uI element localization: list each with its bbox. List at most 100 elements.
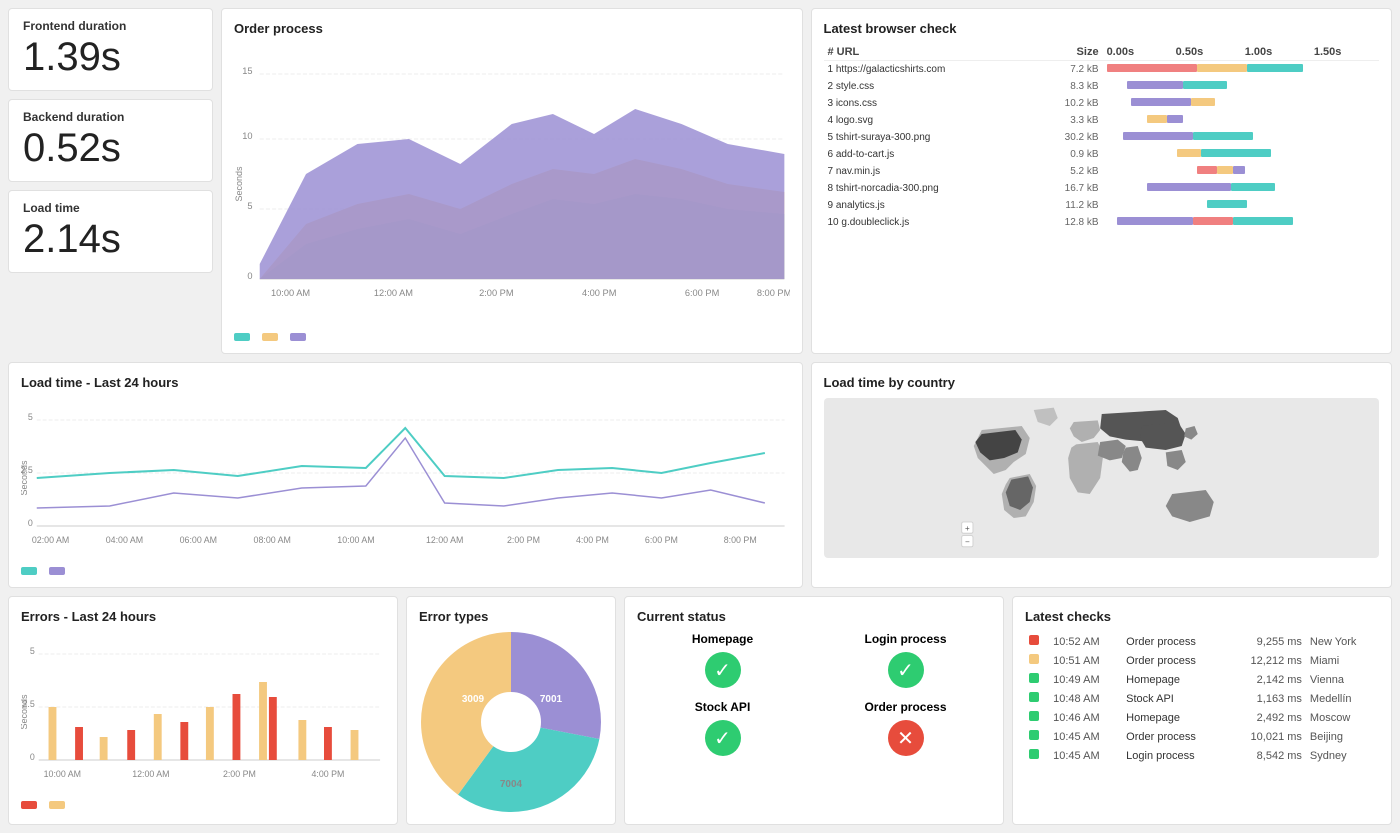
- status-grid: Homepage ✓ Login process ✓ Stock API ✓ O…: [637, 632, 991, 756]
- svg-text:3009: 3009: [462, 694, 485, 705]
- error-types-title: Error types: [419, 609, 603, 624]
- svg-text:2:00 PM: 2:00 PM: [479, 288, 513, 298]
- check-color-dot: [1025, 727, 1049, 746]
- status-stock-api: Stock API ✓: [637, 700, 808, 756]
- browser-check-title: Latest browser check: [824, 21, 1380, 36]
- check-color-dot: [1025, 746, 1049, 765]
- check-name: Order process: [1122, 727, 1226, 746]
- check-ms: 1,163 ms: [1226, 689, 1306, 708]
- errors-24h-panel: Errors - Last 24 hours 5 2.5 0 Seconds: [8, 596, 398, 825]
- cell-num-url: 7 nav.min.js: [824, 163, 1037, 180]
- check-ms: 2,142 ms: [1226, 670, 1306, 689]
- svg-text:8:00 PM: 8:00 PM: [724, 535, 757, 545]
- browser-check-table: # URL Size 0.00s 0.50s 1.00s 1.50s 1 htt…: [824, 44, 1380, 231]
- load-time-legend: [21, 567, 790, 575]
- check-ms: 12,212 ms: [1226, 651, 1306, 670]
- status-login-label: Login process: [864, 632, 946, 646]
- backend-duration-panel: Backend duration 0.52s: [8, 99, 213, 182]
- status-stock-icon: ✓: [705, 720, 741, 756]
- errors-legend: [21, 801, 385, 809]
- check-color-dot: [1025, 708, 1049, 727]
- svg-text:−: −: [965, 537, 970, 546]
- load-time-24h-title: Load time - Last 24 hours: [21, 375, 790, 390]
- cell-bars: [1103, 163, 1379, 180]
- check-location: Sydney: [1306, 746, 1379, 765]
- cell-num-url: 1 https://galacticshirts.com: [824, 61, 1037, 79]
- svg-text:6:00 PM: 6:00 PM: [685, 288, 719, 298]
- svg-text:0: 0: [28, 518, 33, 528]
- check-time: 10:49 AM: [1049, 670, 1122, 689]
- col-size: Size: [1036, 44, 1102, 61]
- check-color-dot: [1025, 651, 1049, 670]
- col-url: # URL: [824, 44, 1037, 61]
- backend-value: 0.52s: [23, 126, 198, 171]
- cell-num-url: 9 analytics.js: [824, 197, 1037, 214]
- svg-text:Seconds: Seconds: [21, 694, 29, 729]
- status-stock-label: Stock API: [695, 700, 751, 714]
- svg-text:2:00 PM: 2:00 PM: [507, 535, 540, 545]
- status-order-icon: ✕: [888, 720, 924, 756]
- legend-teal: [234, 333, 250, 341]
- check-location: Medellín: [1306, 689, 1379, 708]
- svg-text:0: 0: [247, 271, 252, 281]
- cell-size: 5.2 kB: [1036, 163, 1102, 180]
- loadtime-value: 2.14s: [23, 217, 198, 262]
- bottom-row: Errors - Last 24 hours 5 2.5 0 Seconds: [8, 596, 1392, 825]
- list-item: 10:51 AM Order process 12,212 ms Miami: [1025, 651, 1379, 670]
- check-ms: 2,492 ms: [1226, 708, 1306, 727]
- order-process-chart: 15 10 5 0 Seconds 10:00 AM 12:00 AM: [234, 44, 790, 327]
- col-05s: 0.50s: [1172, 44, 1241, 61]
- legend-red: [21, 801, 37, 809]
- check-ms: 10,021 ms: [1226, 727, 1306, 746]
- browser-check-panel: Latest browser check # URL Size 0.00s 0.…: [811, 8, 1393, 354]
- table-row: 3 icons.css 10.2 kB: [824, 95, 1380, 112]
- order-process-title: Order process: [234, 21, 790, 36]
- cell-size: 11.2 kB: [1036, 197, 1102, 214]
- status-homepage: Homepage ✓: [637, 632, 808, 688]
- svg-text:Seconds: Seconds: [21, 460, 29, 496]
- status-order-process: Order process ✕: [820, 700, 991, 756]
- cell-size: 16.7 kB: [1036, 180, 1102, 197]
- svg-text:8:00 PM: 8:00 PM: [757, 288, 790, 298]
- latest-checks-panel: Latest checks 10:52 AM Order process 9,2…: [1012, 596, 1392, 825]
- check-name: Order process: [1122, 651, 1226, 670]
- current-status-title: Current status: [637, 609, 991, 624]
- svg-text:7001: 7001: [540, 694, 563, 705]
- load-time-24h-chart: 5 2.5 0 Seconds 02:00 AM 04:00 AM 06:00 …: [21, 398, 790, 561]
- svg-text:08:00 AM: 08:00 AM: [254, 535, 291, 545]
- order-process-panel: Order process 15 10 5 0 Seconds: [221, 8, 803, 354]
- legend-purple-load: [49, 567, 65, 575]
- list-item: 10:48 AM Stock API 1,163 ms Medellín: [1025, 689, 1379, 708]
- frontend-duration-panel: Frontend duration 1.39s: [8, 8, 213, 91]
- cell-num-url: 6 add-to-cart.js: [824, 146, 1037, 163]
- table-row: 8 tshirt-norcadia-300.png 16.7 kB: [824, 180, 1380, 197]
- cell-num-url: 4 logo.svg: [824, 112, 1037, 129]
- table-row: 9 analytics.js 11.2 kB: [824, 197, 1380, 214]
- cell-bars: [1103, 95, 1379, 112]
- svg-text:+: +: [965, 524, 970, 533]
- legend-yellow: [262, 333, 278, 341]
- current-status-panel: Current status Homepage ✓ Login process …: [624, 596, 1004, 825]
- errors-24h-chart: 5 2.5 0 Seconds: [21, 632, 385, 795]
- svg-text:5: 5: [28, 412, 33, 422]
- order-process-legend: [234, 333, 790, 341]
- status-homepage-icon: ✓: [705, 652, 741, 688]
- svg-text:12:00 AM: 12:00 AM: [374, 288, 413, 298]
- svg-text:10:00 AM: 10:00 AM: [44, 769, 81, 779]
- check-name: Homepage: [1122, 708, 1226, 727]
- errors-24h-title: Errors - Last 24 hours: [21, 609, 385, 624]
- check-name: Stock API: [1122, 689, 1226, 708]
- cell-size: 8.3 kB: [1036, 78, 1102, 95]
- cell-num-url: 5 tshirt-suraya-300.png: [824, 129, 1037, 146]
- svg-text:04:00 AM: 04:00 AM: [106, 535, 143, 545]
- col-0s: 0.00s: [1103, 44, 1172, 61]
- col-15s: 1.50s: [1310, 44, 1379, 61]
- list-item: 10:52 AM Order process 9,255 ms New York: [1025, 632, 1379, 651]
- cell-size: 7.2 kB: [1036, 61, 1102, 79]
- list-item: 10:46 AM Homepage 2,492 ms Moscow: [1025, 708, 1379, 727]
- check-icon: ✓: [897, 658, 914, 683]
- cell-bars: [1103, 61, 1379, 79]
- x-icon: ✕: [897, 726, 914, 751]
- cell-bars: [1103, 78, 1379, 95]
- cell-num-url: 2 style.css: [824, 78, 1037, 95]
